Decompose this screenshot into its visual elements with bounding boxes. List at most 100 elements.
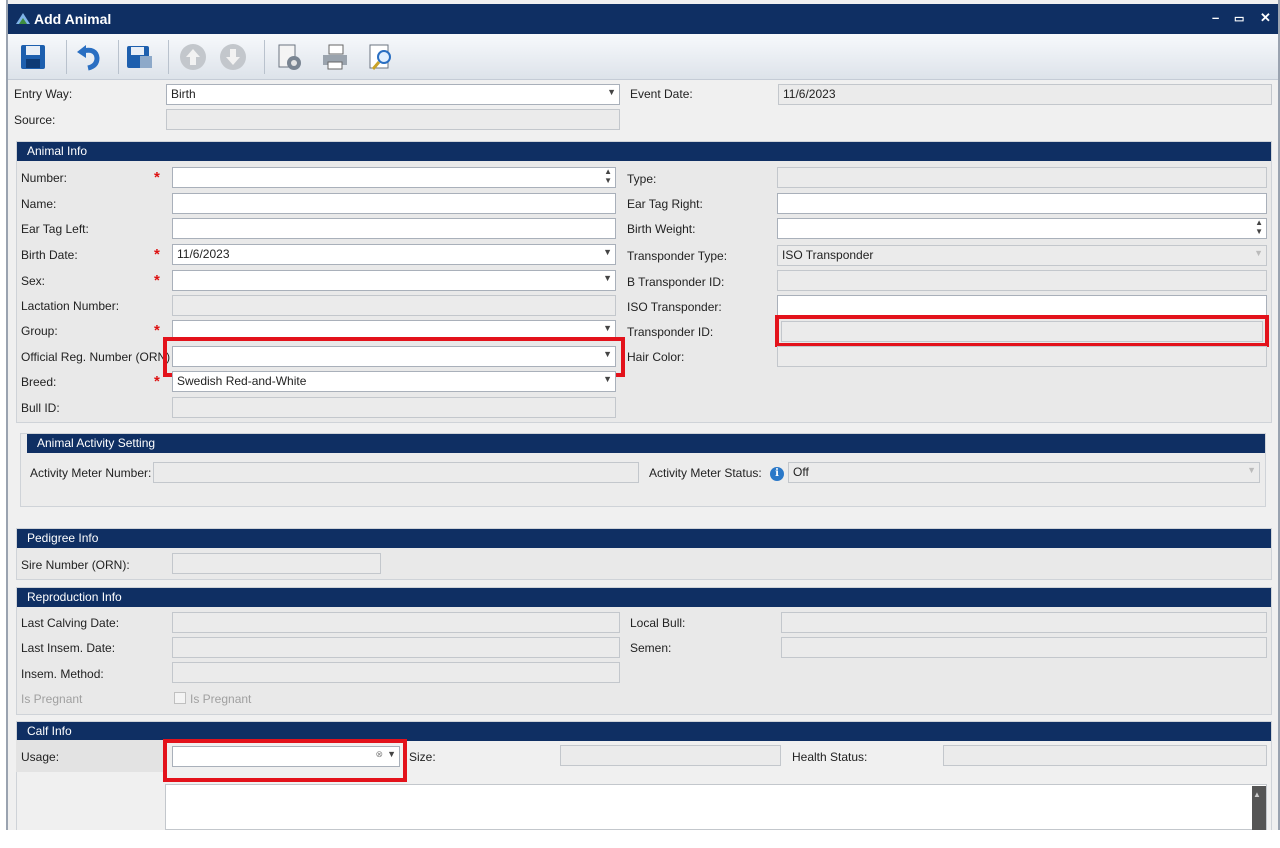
birth-date-value: 11/6/2023 bbox=[177, 247, 230, 261]
transponder-type-value: ISO Transponder bbox=[782, 248, 874, 262]
name-input[interactable] bbox=[172, 193, 616, 214]
insem-method-label: Insem. Method: bbox=[21, 667, 104, 681]
scroll-up-icon[interactable]: ▲ bbox=[1253, 790, 1261, 799]
activity-header: Animal Activity Setting bbox=[27, 434, 1265, 453]
local-bull-label: Local Bull: bbox=[630, 616, 686, 630]
semen-label: Semen: bbox=[630, 641, 672, 655]
health-status-label: Health Status: bbox=[792, 750, 868, 764]
bull-id-label: Bull ID: bbox=[21, 401, 60, 415]
sire-number-field[interactable] bbox=[172, 553, 381, 574]
window-title: Add Animal bbox=[34, 11, 112, 27]
event-date-label: Event Date: bbox=[630, 87, 693, 101]
print-icon[interactable] bbox=[318, 40, 352, 74]
size-field[interactable] bbox=[560, 745, 781, 766]
name-label: Name: bbox=[21, 197, 57, 211]
activity-meter-status-value: Off bbox=[793, 465, 809, 479]
size-label: Size: bbox=[409, 750, 436, 764]
type-field[interactable] bbox=[777, 167, 1267, 188]
transponder-id-highlight-box bbox=[775, 315, 1269, 347]
is-pregnant-checkbox[interactable] bbox=[174, 692, 186, 704]
sex-select[interactable]: ▼ bbox=[172, 270, 616, 291]
hair-color-field[interactable] bbox=[777, 346, 1267, 367]
birth-weight-label: Birth Weight: bbox=[627, 222, 696, 236]
insem-method-field[interactable] bbox=[172, 662, 620, 683]
birth-weight-input[interactable]: ▲ ▼ bbox=[777, 218, 1267, 239]
required-marker: * bbox=[154, 322, 160, 339]
source-field[interactable] bbox=[166, 109, 620, 130]
chevron-down-icon: ▼ bbox=[1247, 465, 1256, 475]
required-marker: * bbox=[154, 373, 160, 390]
add-animal-window: Add Animal – ▭ ✕ Entry Way: Birth ▼ Even… bbox=[6, 0, 1280, 830]
ear-tag-left-label: Ear Tag Left: bbox=[21, 222, 89, 236]
sex-label: Sex: bbox=[21, 274, 46, 288]
activity-meter-status-select[interactable]: Off ▼ bbox=[788, 462, 1260, 483]
local-bull-field[interactable] bbox=[781, 612, 1267, 633]
entry-way-label: Entry Way: bbox=[14, 87, 73, 101]
usage-highlight-box bbox=[163, 739, 407, 782]
transponder-id-label: Transponder ID: bbox=[627, 325, 714, 339]
semen-field[interactable] bbox=[781, 637, 1267, 658]
health-status-field[interactable] bbox=[943, 745, 1267, 766]
b-transponder-id-label: B Transponder ID: bbox=[627, 275, 725, 289]
last-calving-field[interactable] bbox=[172, 612, 620, 633]
chevron-down-icon: ▼ bbox=[603, 247, 612, 257]
hair-color-label: Hair Color: bbox=[627, 350, 685, 364]
usage-label: Usage: bbox=[21, 750, 60, 764]
sire-number-label: Sire Number (ORN): bbox=[21, 558, 130, 572]
number-label: Number: bbox=[21, 171, 68, 185]
animal-info-header: Animal Info bbox=[17, 142, 1271, 161]
required-marker: * bbox=[154, 246, 160, 263]
breed-value: Swedish Red-and-White bbox=[177, 374, 307, 388]
activity-meter-number-label: Activity Meter Number: bbox=[30, 466, 152, 480]
iso-transponder-input[interactable] bbox=[777, 295, 1267, 316]
group-label: Group: bbox=[21, 324, 58, 338]
info-icon[interactable]: i bbox=[770, 467, 784, 481]
event-date-field[interactable]: 11/6/2023 bbox=[778, 84, 1272, 105]
last-insem-field[interactable] bbox=[172, 637, 620, 658]
down-arrow-icon[interactable] bbox=[216, 40, 250, 74]
transponder-type-select[interactable]: ISO Transponder ▼ bbox=[777, 245, 1267, 266]
source-label: Source: bbox=[14, 113, 56, 127]
required-marker: * bbox=[154, 272, 160, 289]
type-label: Type: bbox=[627, 172, 657, 186]
is-pregnant-checkbox-label: Is Pregnant bbox=[190, 692, 252, 706]
ear-tag-right-label: Ear Tag Right: bbox=[627, 197, 703, 211]
chevron-down-icon: ▼ bbox=[603, 273, 612, 283]
ear-tag-left-input[interactable] bbox=[172, 218, 616, 239]
number-input[interactable]: ▲ ▼ bbox=[172, 167, 616, 188]
iso-transponder-label: ISO Transponder: bbox=[627, 300, 722, 314]
chevron-down-icon: ▼ bbox=[603, 374, 612, 384]
is-pregnant-label: Is Pregnant bbox=[21, 692, 83, 706]
spin-icon: ▲ ▼ bbox=[1255, 218, 1263, 236]
ear-tag-right-input[interactable] bbox=[777, 193, 1267, 214]
breed-select[interactable]: Swedish Red-and-White ▼ bbox=[172, 371, 616, 392]
preview-icon[interactable] bbox=[364, 40, 398, 74]
close-button[interactable]: ✕ bbox=[1260, 10, 1271, 26]
calf-grid-area[interactable] bbox=[165, 784, 1267, 830]
activity-meter-number-field[interactable] bbox=[153, 462, 639, 483]
chevron-down-icon: ▼ bbox=[603, 323, 612, 333]
transponder-type-label: Transponder Type: bbox=[627, 249, 728, 263]
minimize-button[interactable]: – bbox=[1212, 10, 1219, 25]
birth-date-label: Birth Date: bbox=[21, 248, 78, 262]
last-calving-label: Last Calving Date: bbox=[21, 616, 120, 630]
save-close-icon[interactable] bbox=[122, 40, 156, 74]
activity-meter-status-label: Activity Meter Status: bbox=[649, 466, 762, 480]
last-insem-label: Last Insem. Date: bbox=[21, 641, 116, 655]
reproduction-header: Reproduction Info bbox=[17, 588, 1271, 607]
orn-label: Official Reg. Number (ORN) bbox=[21, 350, 171, 364]
maximize-button[interactable]: ▭ bbox=[1234, 12, 1244, 25]
breed-label: Breed: bbox=[21, 375, 57, 389]
lactation-number-field[interactable] bbox=[172, 295, 616, 316]
pedigree-header: Pedigree Info bbox=[17, 529, 1271, 548]
entry-way-select[interactable]: Birth ▼ bbox=[166, 84, 620, 105]
title-bar: Add Animal – ▭ ✕ bbox=[8, 4, 1278, 34]
undo-icon[interactable] bbox=[72, 40, 106, 74]
chevron-down-icon: ▼ bbox=[607, 87, 616, 97]
settings-icon[interactable] bbox=[272, 40, 306, 74]
birth-date-picker[interactable]: 11/6/2023 ▼ bbox=[172, 244, 616, 265]
save-icon[interactable] bbox=[16, 40, 50, 74]
b-transponder-id-field[interactable] bbox=[777, 270, 1267, 291]
bull-id-field[interactable] bbox=[172, 397, 616, 418]
up-arrow-icon[interactable] bbox=[176, 40, 210, 74]
